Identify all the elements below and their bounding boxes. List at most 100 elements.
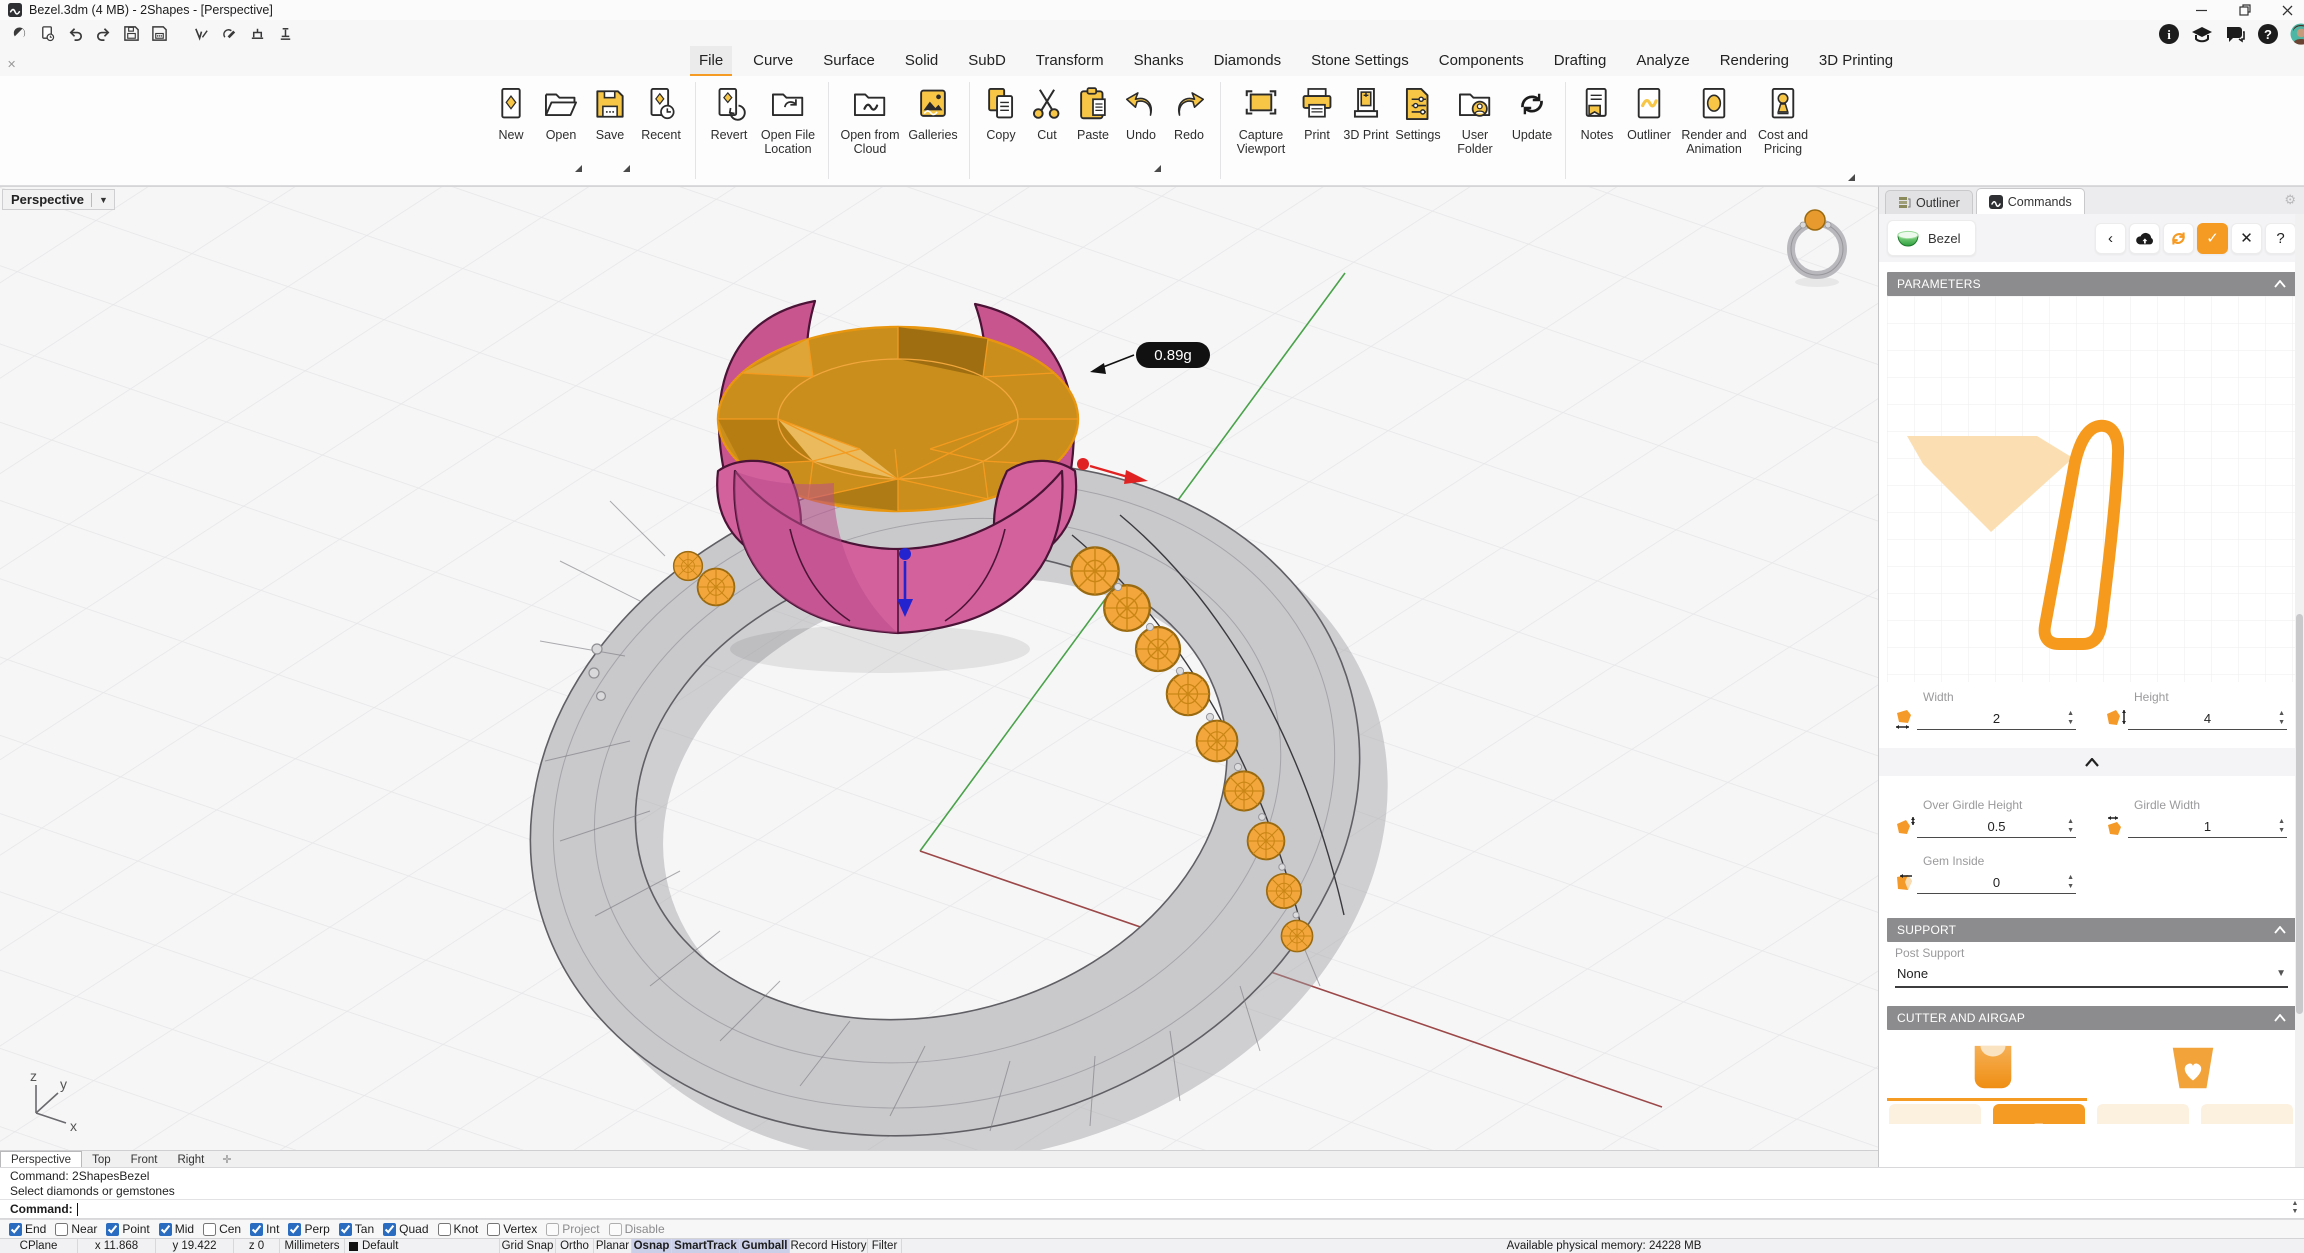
over-girdle-height-spinner[interactable]: ▲▼ xyxy=(2067,819,2074,834)
viewport-title[interactable]: Perspective ▼ xyxy=(2,189,115,210)
parameters-header[interactable]: PARAMETERS xyxy=(1887,272,2296,296)
osnap-project-checkbox[interactable] xyxy=(546,1223,559,1236)
status-osnap[interactable]: Osnap xyxy=(632,1239,672,1253)
osnap-knot-checkbox[interactable] xyxy=(438,1223,451,1236)
panel-scrollbar-thumb[interactable] xyxy=(2296,614,2303,1014)
tab-drafting[interactable]: Drafting xyxy=(1545,46,1616,76)
ribbon-item-galleries[interactable]: Galleries xyxy=(904,76,962,176)
dropdown-arrow-icon[interactable]: ▼ xyxy=(2276,968,2286,979)
osnap-knot[interactable]: Knot xyxy=(438,1222,479,1236)
support-header[interactable]: SUPPORT xyxy=(1887,918,2296,942)
tab-curve[interactable]: Curve xyxy=(744,46,802,76)
gem-inside-value[interactable]: 0 xyxy=(1917,875,2076,894)
parameters-expander[interactable] xyxy=(1879,748,2304,776)
2shapes-swoosh-icon[interactable] xyxy=(11,25,28,42)
tab-file[interactable]: File xyxy=(690,46,732,76)
help-icon[interactable]: ? xyxy=(2257,23,2279,45)
post-support-value[interactable]: None xyxy=(1897,966,1928,981)
tab-outliner[interactable]: Outliner xyxy=(1885,190,1973,214)
ribbon-item-revert[interactable]: Revert xyxy=(703,76,755,176)
ribbon-item-notes[interactable]: Notes xyxy=(1573,76,1621,176)
ribbon-item-settings[interactable]: Settings xyxy=(1392,76,1444,176)
gem-inside-field[interactable]: Gem Inside 0 ▲▼ xyxy=(1893,852,2076,902)
viewport-tab-perspective[interactable]: Perspective xyxy=(0,1151,82,1167)
cutter-cup-tab[interactable] xyxy=(1967,1042,2019,1094)
osnap-cen[interactable]: Cen xyxy=(203,1222,241,1236)
command-input-row[interactable]: Command: xyxy=(0,1199,2304,1219)
cutter-option-post[interactable]: ⌷ xyxy=(1993,1104,2085,1124)
tab-diamonds[interactable]: Diamonds xyxy=(1205,46,1291,76)
status-gumball[interactable]: Gumball xyxy=(740,1239,790,1253)
education-icon[interactable] xyxy=(2191,23,2213,45)
osnap-mid-checkbox[interactable] xyxy=(159,1223,172,1236)
cancel-button[interactable]: ✕ xyxy=(2231,223,2262,254)
osnap-perp-checkbox[interactable] xyxy=(288,1223,301,1236)
tab-stone-settings[interactable]: Stone Settings xyxy=(1302,46,1418,76)
osnap-vertex[interactable]: Vertex xyxy=(487,1222,537,1236)
ribbon-item-paste[interactable]: Paste xyxy=(1069,76,1117,176)
cutter-option-add[interactable]: s+ xyxy=(2201,1104,2293,1124)
ribbon-item-capture-viewport[interactable]: Capture Viewport xyxy=(1228,76,1294,176)
command-history[interactable]: Command: 2ShapesBezel Select diamonds or… xyxy=(0,1167,2304,1199)
ribbon-close-icon[interactable]: ✕ xyxy=(7,58,16,71)
height-value[interactable]: 4 xyxy=(2128,711,2287,730)
confirm-button[interactable]: ✓ xyxy=(2197,223,2228,254)
osnap-tan-checkbox[interactable] xyxy=(339,1223,352,1236)
minimize-button[interactable] xyxy=(2184,0,2218,20)
restore-button[interactable] xyxy=(2228,0,2262,20)
redo-icon[interactable] xyxy=(95,25,112,42)
ribbon-item-print[interactable]: Print xyxy=(1294,76,1340,176)
tab-transform[interactable]: Transform xyxy=(1027,46,1113,76)
save-icon[interactable] xyxy=(123,25,140,42)
ribbon-item-new[interactable]: New xyxy=(486,76,536,176)
chevron-down-icon[interactable]: ▼ xyxy=(99,195,108,205)
ribbon-item-cost-and-pricing[interactable]: Cost and Pricing xyxy=(1751,76,1815,176)
girdle-width-value[interactable]: 1 xyxy=(2128,819,2287,838)
osnap-near[interactable]: Near xyxy=(55,1222,97,1236)
info-icon[interactable]: i xyxy=(2158,23,2180,45)
girdle-width-spinner[interactable]: ▲▼ xyxy=(2278,819,2285,834)
pen-check-icon[interactable] xyxy=(193,25,210,42)
undo-icon[interactable] xyxy=(67,25,84,42)
width-field[interactable]: Width 2 ▲▼ xyxy=(1893,688,2076,738)
osnap-int-checkbox[interactable] xyxy=(250,1223,263,1236)
post-support-field[interactable]: Post Support None ▼ xyxy=(1895,946,2288,988)
osnap-end-checkbox[interactable] xyxy=(9,1223,22,1236)
tab-rendering[interactable]: Rendering xyxy=(1711,46,1798,76)
status-filter[interactable]: Filter xyxy=(868,1239,902,1253)
osnap-point-checkbox[interactable] xyxy=(106,1223,119,1236)
tab-solid[interactable]: Solid xyxy=(896,46,947,76)
status-cplane[interactable]: CPlane xyxy=(0,1239,78,1253)
close-button[interactable] xyxy=(2270,0,2304,20)
cutter-option-posts[interactable]: ⌐⌐ xyxy=(2097,1104,2189,1124)
gear-icon[interactable]: ⚙ xyxy=(2284,192,2296,208)
ribbon-item-update[interactable]: Update xyxy=(1506,76,1558,176)
cutter-airgap-header[interactable]: CUTTER AND AIRGAP xyxy=(1887,1006,2296,1030)
refresh-button[interactable] xyxy=(2163,223,2194,254)
user-avatar[interactable] xyxy=(2290,23,2304,45)
file-history-icon[interactable] xyxy=(39,25,56,42)
osnap-point[interactable]: Point xyxy=(106,1222,149,1236)
osnap-vertex-checkbox[interactable] xyxy=(487,1223,500,1236)
back-button[interactable]: ‹ xyxy=(2095,223,2126,254)
status-ortho[interactable]: Ortho xyxy=(556,1239,594,1253)
osnap-project[interactable]: Project xyxy=(546,1222,599,1236)
height-field[interactable]: Height 4 ▲▼ xyxy=(2104,688,2287,738)
over-girdle-height-field[interactable]: Over Girdle Height 0.5 ▲▼ xyxy=(1893,796,2076,846)
cutter-heart-tab[interactable] xyxy=(2167,1042,2219,1094)
status-record-history[interactable]: Record History xyxy=(790,1239,868,1253)
ribbon-item-undo[interactable]: Undo xyxy=(1117,76,1165,176)
viewport-tab-top[interactable]: Top xyxy=(82,1151,121,1167)
status-planar[interactable]: Planar xyxy=(594,1239,632,1253)
chat-icon[interactable] xyxy=(2224,23,2246,45)
save-all-icon[interactable] xyxy=(151,25,168,42)
command-scroll-buttons[interactable]: ▲▼ xyxy=(2288,1200,2302,1218)
viewport-tab-front[interactable]: Front xyxy=(121,1151,168,1167)
add-viewport-icon[interactable]: ✛ xyxy=(214,1151,239,1167)
status-smarttrack[interactable]: SmartTrack xyxy=(672,1239,740,1253)
ribbon-item-open-from-cloud[interactable]: Open from Cloud xyxy=(836,76,904,176)
gem-inside-spinner[interactable]: ▲▼ xyxy=(2067,875,2074,890)
ribbon-item-redo[interactable]: Redo xyxy=(1165,76,1213,176)
osnap-perp[interactable]: Perp xyxy=(288,1222,329,1236)
ribbon-expand-corner[interactable] xyxy=(1848,174,1855,181)
